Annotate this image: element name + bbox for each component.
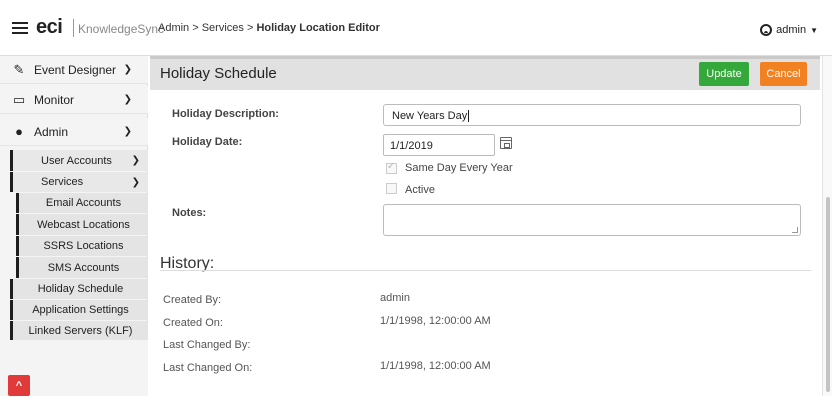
breadcrumb-current: Holiday Location Editor bbox=[256, 22, 380, 34]
page-title: Holiday Schedule bbox=[160, 65, 277, 82]
sidebar-item-event-designer[interactable]: ✎ Event Designer ❯ bbox=[0, 56, 148, 84]
same-day-label: Same Day Every Year bbox=[405, 162, 513, 174]
cancel-button[interactable]: Cancel bbox=[760, 62, 807, 86]
caret-down-icon: ▼ bbox=[810, 25, 818, 35]
scrollbar-thumb[interactable] bbox=[826, 197, 830, 392]
user-name: admin bbox=[776, 24, 807, 36]
resize-handle-icon[interactable] bbox=[792, 227, 798, 233]
breadcrumb: Admin > Services > Holiday Location Edit… bbox=[158, 22, 380, 34]
logo: eci bbox=[36, 16, 63, 38]
date-field[interactable]: 1/1/2019 bbox=[383, 134, 495, 156]
monitor-icon: ▭ bbox=[12, 91, 26, 107]
sidebar-item-application-settings[interactable]: Application Settings bbox=[10, 300, 148, 320]
user-circle-icon bbox=[760, 24, 773, 36]
history-value: 1/1/1998, 12:00:00 AM bbox=[380, 360, 491, 372]
history-value: 1/1/1998, 12:00:00 AM bbox=[380, 315, 491, 327]
breadcrumb-path[interactable]: Admin > Services > bbox=[158, 22, 256, 34]
sidebar-item-label: Monitor bbox=[34, 92, 75, 107]
sidebar-item-label: Services bbox=[41, 176, 84, 188]
calendar-icon[interactable] bbox=[500, 137, 512, 149]
sidebar-item-label: Email Accounts bbox=[45, 197, 122, 209]
same-day-checkbox[interactable] bbox=[386, 161, 397, 174]
chevron-down-icon: ❯ bbox=[123, 64, 132, 75]
sidebar: ✎ Event Designer ❯ ▭ Monitor ❯ ● Admin ❯… bbox=[0, 56, 148, 396]
sidebar-item-user-accounts[interactable]: User Accounts ❯ bbox=[10, 150, 148, 171]
sidebar-item-holiday-schedule[interactable]: Holiday Schedule bbox=[10, 279, 148, 299]
description-label: Holiday Description: bbox=[172, 108, 279, 120]
sidebar-item-monitor[interactable]: ▭ Monitor ❯ bbox=[0, 86, 148, 114]
page-scrollbar[interactable] bbox=[822, 56, 832, 396]
history-label: Last Changed On: bbox=[163, 362, 253, 374]
user-icon: ● bbox=[15, 124, 23, 139]
sidebar-item-label: Event Designer bbox=[34, 62, 117, 77]
sidebar-item-label: Linked Servers (KLF) bbox=[28, 325, 133, 337]
sidebar-item-label: SSRS Locations bbox=[43, 240, 124, 252]
sidebar-item-email-accounts[interactable]: Email Accounts bbox=[16, 193, 148, 213]
chevron-down-icon: ❯ bbox=[131, 155, 140, 166]
chevron-down-icon: ❯ bbox=[123, 94, 132, 105]
sidebar-item-label: SMS Accounts bbox=[47, 261, 120, 274]
sidebar-item-label: Holiday Schedule bbox=[37, 283, 124, 295]
description-value: New Years Day bbox=[392, 110, 468, 122]
panel-header: Holiday Schedule Update Cancel bbox=[150, 56, 820, 90]
chevron-down-icon: ❯ bbox=[123, 126, 132, 137]
sidebar-item-label: Webcast Locations bbox=[37, 218, 130, 231]
chevron-up-icon: ^ bbox=[15, 380, 23, 392]
sidebar-item-label: Application Settings bbox=[32, 304, 129, 316]
logo-divider bbox=[73, 19, 74, 37]
date-label: Holiday Date: bbox=[172, 136, 243, 148]
chevron-down-icon: ❯ bbox=[131, 176, 140, 188]
text-cursor bbox=[468, 110, 470, 122]
notes-field[interactable] bbox=[383, 204, 801, 236]
sidebar-item-ssrs-locations[interactable]: SSRS Locations bbox=[16, 236, 148, 256]
sidebar-item-admin[interactable]: ● Admin ❯ bbox=[0, 118, 148, 146]
logo-subtitle: KnowledgeSync bbox=[78, 22, 165, 36]
update-button[interactable]: Update bbox=[699, 62, 749, 86]
sidebar-item-linked-servers[interactable]: Linked Servers (KLF) bbox=[10, 321, 148, 341]
top-bar: eci KnowledgeSync Admin > Services > Hol… bbox=[0, 0, 832, 56]
active-checkbox[interactable] bbox=[386, 183, 397, 194]
history-label: Created By: bbox=[163, 294, 222, 306]
history-divider bbox=[160, 270, 811, 271]
sidebar-item-services[interactable]: Services ❯ bbox=[10, 172, 148, 192]
history-label: Last Changed By: bbox=[163, 339, 251, 351]
sidebar-item-label: User Accounts bbox=[41, 154, 112, 167]
menu-icon[interactable] bbox=[12, 22, 28, 34]
sidebar-item-sms-accounts[interactable]: SMS Accounts bbox=[16, 257, 148, 278]
scroll-to-top-button[interactable]: ^ bbox=[8, 375, 30, 396]
description-field[interactable]: New Years Day bbox=[383, 104, 801, 126]
sidebar-item-webcast-locations[interactable]: Webcast Locations bbox=[16, 214, 148, 235]
history-label: Created On: bbox=[163, 317, 223, 329]
date-value: 1/1/2019 bbox=[390, 140, 433, 152]
history-value: admin bbox=[380, 292, 410, 304]
notes-label: Notes: bbox=[172, 207, 207, 219]
user-menu[interactable]: admin ▼ bbox=[760, 24, 818, 36]
edit-icon: ✎ bbox=[13, 61, 25, 77]
active-label: Active bbox=[405, 184, 435, 196]
sidebar-item-label: Admin bbox=[34, 124, 69, 139]
